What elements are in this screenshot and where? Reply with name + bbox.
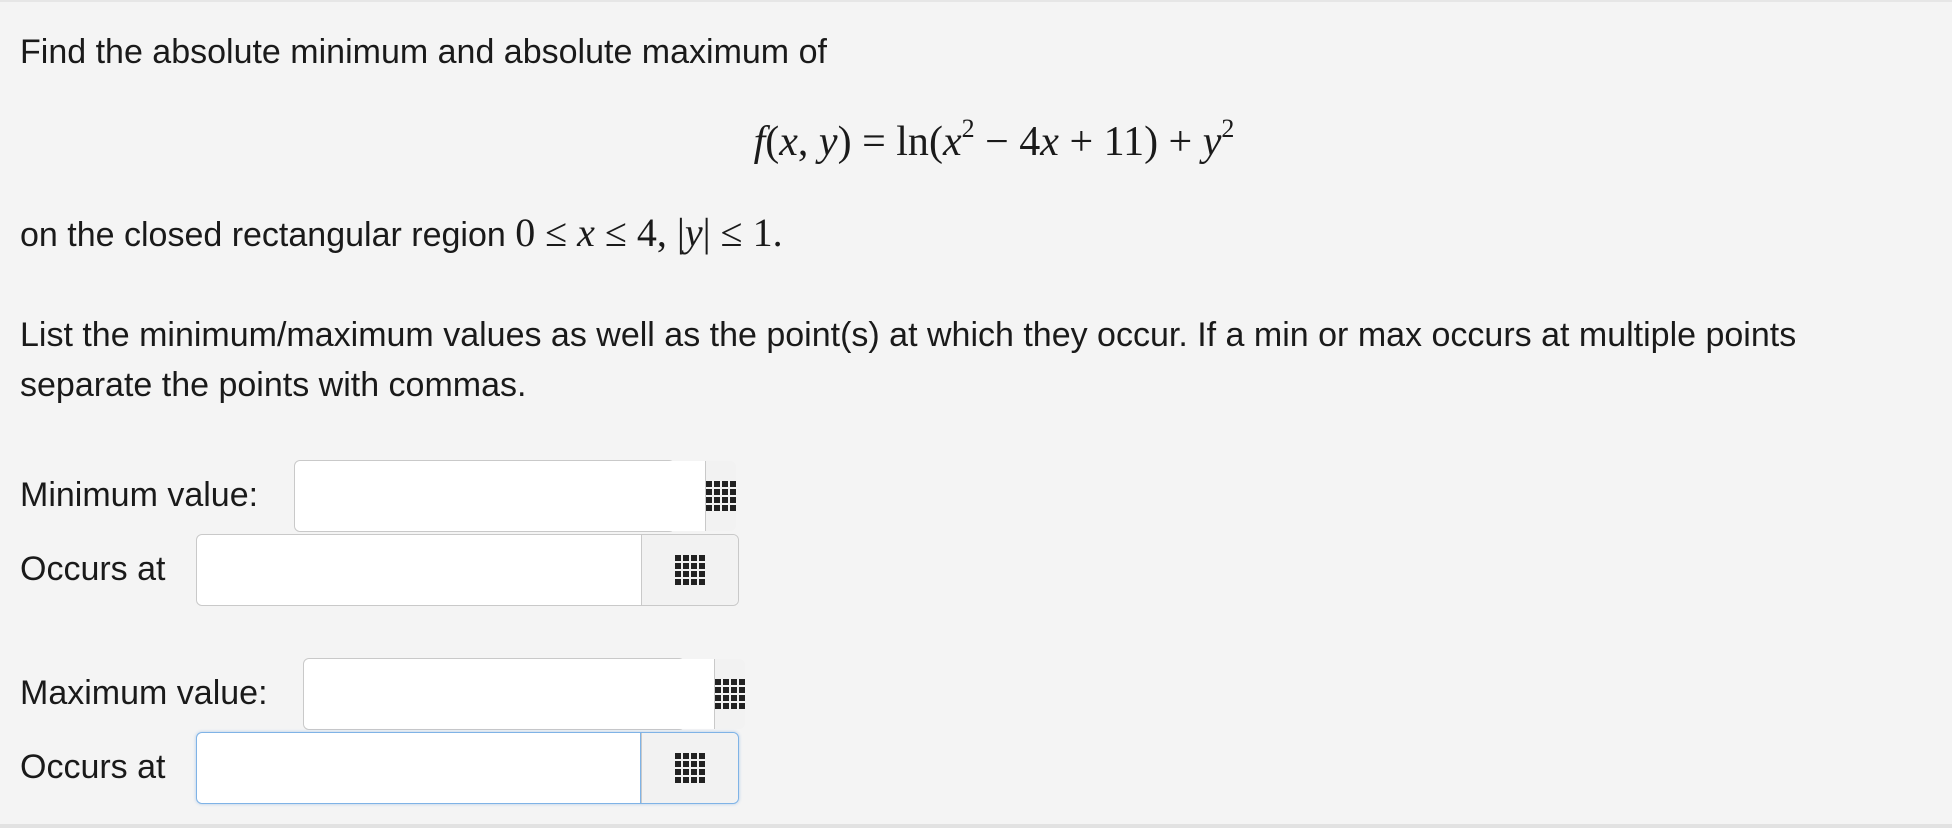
maximum-occurs-input[interactable] xyxy=(197,733,641,803)
minimum-value-input[interactable] xyxy=(295,461,705,531)
maximum-value-label: Maximum value: xyxy=(20,674,268,712)
maximum-value-answer-box xyxy=(303,658,745,730)
top-border xyxy=(0,0,1952,2)
grid-icon xyxy=(715,679,745,709)
minimum-occurs-label: Occurs at xyxy=(20,550,166,588)
grid-icon xyxy=(675,753,705,783)
minimum-occurs-palette-button[interactable] xyxy=(641,535,738,605)
minimum-value-palette-button[interactable] xyxy=(705,461,736,531)
minimum-value-answer-box xyxy=(294,460,736,532)
maximum-value-palette-button[interactable] xyxy=(714,659,745,729)
maximum-occurs-palette-button[interactable] xyxy=(641,733,738,803)
region-statement: on the closed rectangular region 0 ≤ x ≤… xyxy=(20,210,783,255)
minimum-value-label: Minimum value: xyxy=(20,476,259,514)
maximum-value-input[interactable] xyxy=(304,659,714,729)
minimum-occurs-answer-box xyxy=(196,534,739,606)
instructions-line-2: separate the points with commas. xyxy=(20,366,527,404)
problem-intro: Find the absolute minimum and absolute m… xyxy=(20,33,827,71)
bottom-border xyxy=(0,824,1952,828)
function-formula: f(x, y) = ln(x2 − 4x + 11) + y2 xyxy=(753,114,1235,166)
instructions-line-1: List the minimum/maximum values as well … xyxy=(20,316,1797,354)
maximum-occurs-label: Occurs at xyxy=(20,748,166,786)
minimum-occurs-input[interactable] xyxy=(197,535,641,605)
grid-icon xyxy=(675,555,705,585)
maximum-occurs-answer-box xyxy=(196,732,739,804)
grid-icon xyxy=(706,481,736,511)
